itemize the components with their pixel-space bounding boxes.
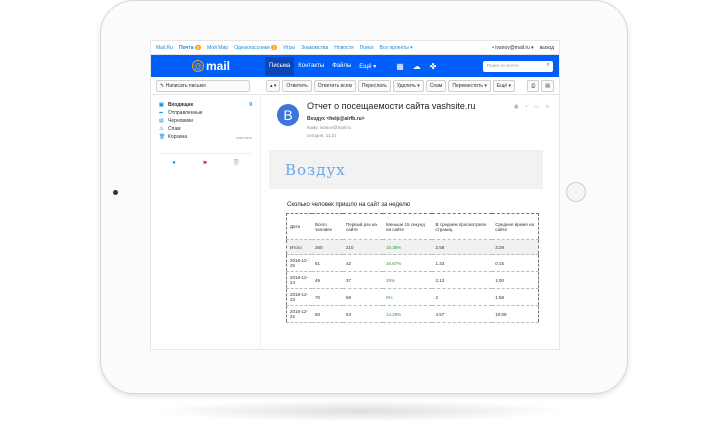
message-to: Кому: ivanov@mail.ru bbox=[307, 125, 352, 130]
table-row: 2018-12-22 80 63 14.29% 4.57 10:09 bbox=[286, 305, 539, 323]
forward-button[interactable]: Переслать bbox=[357, 79, 391, 92]
folder-sidebar: ▣ Входящие 9 ➦ Отправленные ▤ Черновики … bbox=[151, 96, 261, 349]
reply-all-button[interactable]: Ответить всем bbox=[313, 79, 356, 92]
tablet-camera bbox=[113, 190, 118, 195]
col-avg-pages: В среднем просмотрели страниц bbox=[432, 213, 493, 240]
sender-avatar: B bbox=[277, 104, 299, 126]
topbar-link-games[interactable]: Игры bbox=[283, 45, 295, 51]
flag-filter-icon[interactable]: ⚑ bbox=[202, 160, 207, 167]
topbar-link-search[interactable]: Поиск bbox=[360, 45, 374, 51]
topbar-link-dating[interactable]: Знакомства bbox=[301, 45, 328, 51]
sent-icon: ➦ bbox=[159, 110, 164, 116]
report-title: Сколько человек пришло на сайт за неделю bbox=[287, 202, 411, 208]
delete-button[interactable]: Удалить ▾ bbox=[392, 79, 424, 92]
more-button[interactable]: Ещё ▾ bbox=[492, 79, 516, 92]
mail-header: @ mail Письма Контакты Файлы Ещё ▾ ▦ ☁ ✤… bbox=[151, 55, 559, 77]
trash-icon: 🗑 bbox=[159, 134, 166, 140]
at-logo-icon: @ bbox=[191, 60, 204, 72]
drafts-icon: ▤ bbox=[159, 118, 164, 124]
compose-button[interactable]: ✎ Написать письмо bbox=[156, 79, 250, 92]
message-date: сегодня, 11:21 bbox=[307, 133, 337, 138]
ok-count-badge: 2 bbox=[270, 44, 278, 50]
topbar-link-news[interactable]: Новости bbox=[334, 45, 353, 51]
print-icon[interactable]: ⎙ bbox=[527, 79, 540, 92]
tablet-screen: Mail.Ru Почта 8 Мой Мир Одноклассники 2 Иг… bbox=[150, 40, 560, 350]
account-menu[interactable]: • ivanov@mail.ru ▾ bbox=[492, 45, 534, 51]
folder-sent[interactable]: ➦ Отправленные bbox=[159, 109, 252, 117]
message-subject: Отчет о посещаемости сайта vashsite.ru bbox=[307, 101, 476, 111]
portal-topbar: Mail.Ru Почта 8 Мой Мир Одноклассники 2 Иг… bbox=[151, 41, 559, 55]
col-avg-time: Среднее время на сайте bbox=[492, 213, 539, 240]
topbar-link-all-projects[interactable]: Все проекты ▾ bbox=[380, 45, 413, 51]
spam-button[interactable]: Спам bbox=[425, 79, 447, 92]
tab-letters[interactable]: Письма bbox=[265, 56, 295, 76]
inbox-icon: ▣ bbox=[159, 102, 164, 108]
folder-trash[interactable]: 🗑 Корзина очистить bbox=[159, 133, 252, 141]
report-header-row: Дата Всего человек Первый раз на сайте М… bbox=[286, 213, 539, 240]
table-row: Итого 260 210 15.38% 2.58 3:29 bbox=[286, 239, 539, 255]
tab-contacts[interactable]: Контакты bbox=[294, 57, 328, 76]
tab-more[interactable]: Ещё ▾ bbox=[355, 57, 380, 76]
prev-next-buttons[interactable]: ▴ ▾ bbox=[266, 79, 281, 92]
col-date: Дата bbox=[286, 213, 312, 240]
mail-count-badge: 8 bbox=[194, 44, 202, 50]
mail-logo[interactable]: @ mail bbox=[157, 59, 265, 73]
search-icon[interactable]: ⌕ bbox=[547, 62, 550, 69]
folder-inbox[interactable]: ▣ Входящие 9 bbox=[159, 101, 252, 109]
header-nav: Письма Контакты Файлы Ещё ▾ bbox=[265, 56, 380, 76]
table-row: 2018-12-23 70 68 0% 2 1:58 bbox=[286, 288, 539, 306]
mail-toolbar: ✎ Написать письмо ▴ ▾ Ответить Ответить … bbox=[151, 77, 559, 95]
calendar-icon[interactable]: ▦ bbox=[396, 62, 404, 71]
games-icon[interactable]: ✤ bbox=[430, 62, 437, 71]
archive-icon[interactable]: ▣ bbox=[514, 104, 519, 110]
folder-spam[interactable]: ⚠ Спам bbox=[159, 125, 252, 133]
header-icons: ▦ ☁ ✤ bbox=[396, 62, 436, 71]
flag-icon[interactable]: • bbox=[526, 104, 528, 110]
message-body: Воздух Сколько человек пришло на сайт за… bbox=[269, 150, 543, 349]
table-row: 2018-12-25 61 42 16.67% 1.33 0:15 bbox=[286, 254, 539, 272]
logout-link[interactable]: выход bbox=[540, 45, 554, 51]
search-input[interactable]: Поиск по почте ⌕ bbox=[483, 60, 553, 72]
message-view: B Отчет о посещаемости сайта vashsite.ru… bbox=[269, 96, 559, 349]
topbar-link-ok[interactable]: Одноклассники 2 bbox=[234, 44, 278, 51]
move-button[interactable]: Переместить ▾ bbox=[448, 79, 491, 92]
attachment-filter-icon[interactable]: ⎘ bbox=[234, 160, 239, 167]
view-icon[interactable]: ▤ bbox=[541, 79, 554, 92]
tab-files[interactable]: Файлы bbox=[328, 57, 355, 76]
more-icon[interactable]: ▭ bbox=[534, 104, 539, 110]
tablet-shadow bbox=[150, 400, 570, 422]
col-total: Всего человек bbox=[311, 213, 344, 240]
message-actions: ▣ • ▭ ≡ bbox=[514, 104, 549, 110]
spam-icon: ⚠ bbox=[159, 126, 164, 132]
topbar-link-myworld[interactable]: Мой Мир bbox=[207, 45, 228, 51]
folder-drafts[interactable]: ▤ Черновики bbox=[159, 117, 252, 125]
menu-icon[interactable]: ≡ bbox=[546, 104, 549, 110]
table-row: 2018-12-24 49 37 25% 2.13 1:00 bbox=[286, 271, 539, 289]
tablet-home-button[interactable] bbox=[566, 182, 586, 202]
unread-filter-icon[interactable]: ● bbox=[172, 160, 176, 167]
col-under-15s: Меньше 15 секунд на сайте bbox=[383, 213, 433, 240]
email-banner: Воздух bbox=[269, 151, 543, 189]
topbar-link-mail[interactable]: Почта 8 bbox=[179, 44, 202, 51]
inbox-count: 9 bbox=[249, 102, 252, 108]
reply-button[interactable]: Ответить bbox=[282, 79, 312, 92]
cloud-icon[interactable]: ☁ bbox=[413, 62, 421, 71]
message-from[interactable]: Воздух <help@airfb.ru> bbox=[307, 116, 365, 122]
empty-trash-link[interactable]: очистить bbox=[236, 135, 252, 140]
topbar-link-mailru[interactable]: Mail.Ru bbox=[156, 45, 173, 51]
col-first-time: Первый раз на сайте bbox=[343, 213, 384, 240]
filter-icons: ● ⚑ ⎘ bbox=[159, 153, 252, 167]
report-table: Дата Всего человек Первый раз на сайте М… bbox=[286, 213, 539, 323]
